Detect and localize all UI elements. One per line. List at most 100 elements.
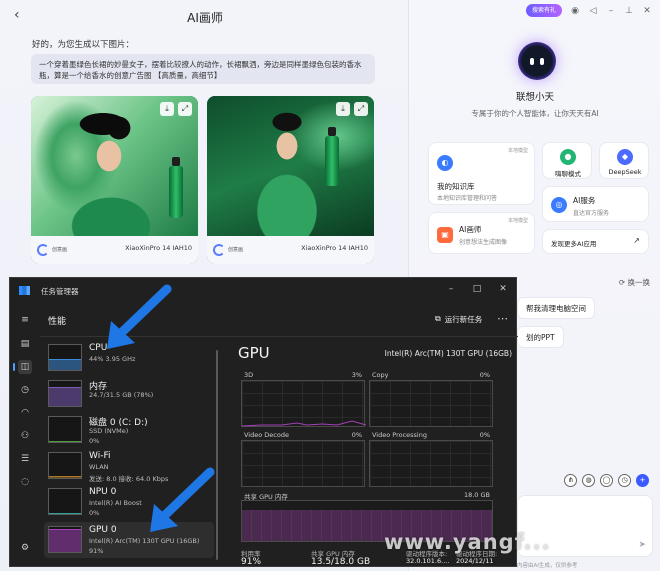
prompt-text: 一个穿着墨绿色长裙的妙曼女子，摆着比较撩人的动作，长裙飘洒，旁边是同样墨绿色包装… [31,54,375,84]
feature-ai-painter[interactable]: 本地模型 ▣ AI画师 创意想法生成图像 [428,212,535,254]
users-icon[interactable]: ⚇ [18,429,32,443]
watermark: www.yangf... [384,530,551,554]
processes-icon[interactable]: ▤ [18,337,32,351]
send-icon[interactable]: ➤ [638,540,646,550]
arrow-up-right-icon: ↗ [633,236,640,245]
resource-disk[interactable]: 磁盘 0 (C: D:) SSD (NVMe) 0% [44,412,214,448]
pin-icon[interactable]: ⊥ [624,6,634,16]
back-arrow-icon[interactable]: ‹ [14,7,30,23]
graph-copy[interactable]: Copy 0% [369,371,493,427]
feature-title: AI服务 [573,196,596,205]
feature-discover-more[interactable]: 发现更多AI应用 ↗ [542,229,649,254]
globe-icon[interactable]: ◯ [600,474,613,487]
services-icon[interactable]: ◌ [18,475,32,489]
assistant-subtitle: 专属于你的个人智能体，让你天天有AI [471,109,599,118]
suggestion-chip[interactable]: 划的PPT [517,326,564,348]
speaker-icon[interactable]: ◁ [588,6,598,16]
annotation-arrow-cpu [107,284,172,349]
download-icon[interactable]: ⤓ [160,102,174,116]
expand-icon[interactable]: ⤢ [354,102,368,116]
disclaimer: 内容由AI生成，仅供参考 [517,563,578,569]
new-chat-icon[interactable]: + [636,474,649,487]
graph-3d[interactable]: 3D 3% [241,371,366,427]
sparkline [48,380,82,407]
minimize-icon[interactable]: – [606,6,616,16]
plugin-icon[interactable]: ⋔ [564,474,577,487]
window-title: 任务管理器 [41,287,79,296]
app-history-icon[interactable]: ◷ [18,383,32,397]
card-model-label: XiaoXinPro 14 IAH10 [301,244,368,252]
run-task-icon: ⧉ [435,314,441,323]
sparkline [48,452,82,479]
run-new-task-button[interactable]: ⧉ 运行新任务 [435,314,482,325]
feature-title: 发现更多AI应用 [551,240,597,248]
feature-desc: 本地知识库管理和问答 [437,195,498,202]
feature-desc: 直达官方服务 [573,210,610,217]
close-icon[interactable]: ✕ [496,282,510,296]
service-icon: ◎ [551,197,567,213]
details-icon[interactable]: ☰ [18,452,32,466]
generated-image-2[interactable]: ⤓ ⤢ 创意画 XiaoXinPro 14 IAH10 [207,96,374,264]
expand-icon[interactable]: ⤢ [178,102,192,116]
annotation-arrow-gpu [150,467,215,532]
task-manager-window: 任务管理器 – □ ✕ ≡ ▤ ◫ ◷ ◠ ⚇ ☰ ◌ ⚙ 性能 ⧉ 运行新任务… [9,277,518,568]
close-icon[interactable]: ✕ [642,6,652,16]
local-model-tag: 本地模型 [507,148,528,154]
feature-title: DeepSeek [608,168,642,176]
sparkline [48,526,82,553]
feature-desc: 创意想法生成图像 [459,239,508,246]
graph-video-decode[interactable]: Video Decode 0% [241,431,365,487]
gpu-title: GPU [238,344,270,362]
feature-knowledge-base[interactable]: 本地模型 ◐ 我的知识库 本地知识库管理和问答 [428,142,535,205]
hamburger-menu-icon[interactable]: ≡ [18,313,32,327]
download-icon[interactable]: ⤓ [336,102,350,116]
section-title: 性能 [48,317,67,327]
woman-perfume-image [207,96,374,236]
nav-rail: ≡ ▤ ◫ ◷ ◠ ⚇ ☰ ◌ ⚙ [10,303,40,568]
avatar-icon[interactable]: ◉ [570,6,580,16]
painter-icon: ▣ [437,227,453,243]
lenovo-ai-logo-icon [37,244,49,256]
swap-button[interactable]: ⟳ 换一换 [619,277,650,288]
history-icon[interactable]: ◷ [618,474,631,487]
settings-gear-icon[interactable]: ⚙ [18,541,32,555]
feature-chat-mode[interactable]: ● 嗨聊模式 [542,142,592,179]
minimize-icon[interactable]: – [444,282,458,296]
3d-usage-line [242,420,366,427]
image-card-footer: 创意画 XiaoXinPro 14 IAH10 [31,236,198,264]
assistant-name: 联想小天 [515,92,554,103]
assistant-avatar [518,42,556,80]
more-options-icon[interactable]: ⋯ [497,312,508,325]
graph-video-processing[interactable]: Video Processing 0% [369,431,493,487]
palette-icon[interactable]: ◍ [582,474,595,487]
perfume-bottle-shape [169,157,183,218]
resource-memory[interactable]: 内存 24.7/31.5 GB (78%) [44,376,214,412]
local-model-tag: 本地模型 [507,218,528,224]
startup-apps-icon[interactable]: ◠ [18,406,32,420]
feature-ai-service[interactable]: ◎ AI服务 直达官方服务 [542,186,649,222]
perfume-bottle-shape [325,127,339,186]
sparkline [48,488,82,515]
suggestion-chip[interactable]: 帮我清理电脑空间 [517,297,595,319]
card-logo-text: 创意画 [52,247,68,253]
deepseek-whale-icon: ◆ [617,149,633,165]
feature-title: 我的知识库 [437,182,475,191]
maximize-icon[interactable]: □ [470,282,484,296]
page-title: AI画师 [187,11,223,25]
performance-icon[interactable]: ◫ [13,360,32,374]
feature-deepseek[interactable]: ◆ DeepSeek [599,142,649,179]
card-model-label: XiaoXinPro 14 IAH10 [125,244,192,252]
sparkline [48,416,82,443]
gpu-model: Intel(R) Arc(TM) 130T GPU (16GB) [384,349,512,358]
feature-title: AI画师 [459,225,482,234]
sparkline [48,344,82,371]
title-bar[interactable]: 任务管理器 – □ ✕ [10,278,516,303]
feature-title: 嗨聊模式 [555,170,581,178]
generated-image-1[interactable]: ⤓ ⤢ 创意画 XiaoXinPro 14 IAH10 [31,96,198,264]
promo-badge[interactable]: 搜索有礼 [525,4,562,17]
image-card-footer: 创意画 XiaoXinPro 14 IAH10 [207,236,374,264]
chat-icon: ● [560,149,576,165]
assistant-greeting: 好的，为您生成以下图片： [32,40,135,50]
bulb-icon: ◐ [437,155,453,171]
lenovo-ai-logo-icon [213,244,225,256]
